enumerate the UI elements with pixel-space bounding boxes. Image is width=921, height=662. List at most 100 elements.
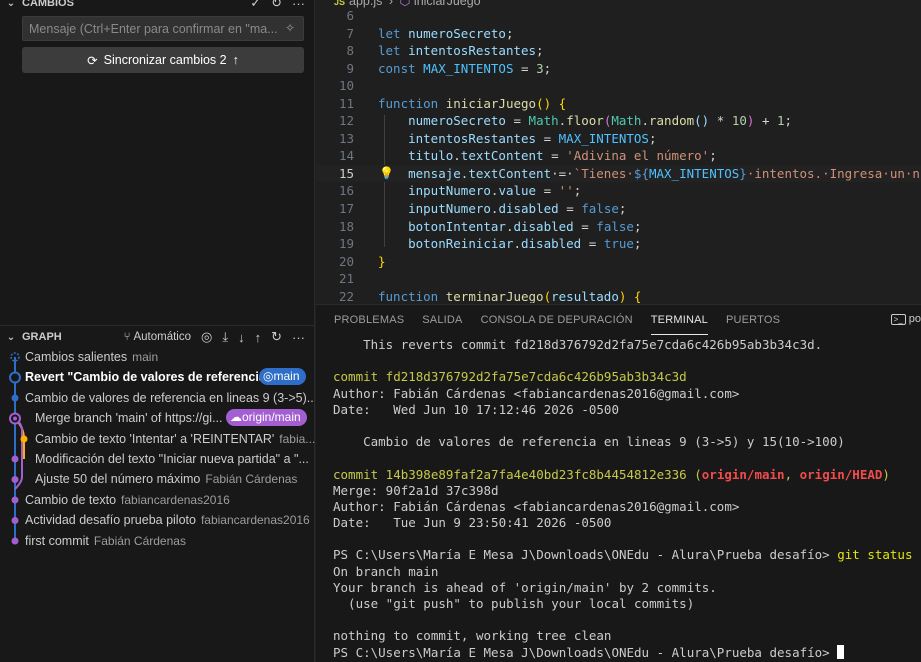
graph-row[interactable]: Modificación del texto "Iniciar nueva pa…	[0, 449, 315, 469]
commit-message: Cambio de valores de referencia en linea…	[25, 390, 315, 405]
fetch-icon[interactable]: ⤓	[222, 329, 228, 345]
code-editor[interactable]: JS app.js › ⬡ iniciarJuego 6 7 let numeroS…	[316, 0, 921, 303]
branch-badge-origin-main: ☁origin/main	[226, 409, 307, 427]
code-line: 19 botonReiniciar.disabled = true;	[316, 235, 921, 253]
bottom-panel: PROBLEMAS SALIDA CONSOLA DE DEPURACIÓN T…	[316, 304, 921, 662]
code-line: 20}	[316, 253, 921, 271]
commit-author: Fabián Cárdenas	[205, 472, 298, 487]
terminal-line: Date: Wed Jun 10 17:12:46 2026 -0500	[333, 401, 619, 417]
terminal-line: Author: Fabián Cárdenas <fabiancardenas2…	[333, 498, 740, 514]
commit-message: Cambio de texto	[25, 492, 117, 507]
branch-badge-main: ◎main	[259, 368, 306, 386]
tab-problems[interactable]: PROBLEMAS	[334, 305, 404, 335]
javascript-file-icon: JS	[334, 0, 346, 7]
graph-section-header[interactable]: ⌄ GRAPH ⑂ Automático ◎ ⤓ ↓ ↑ ↻ ···	[0, 325, 315, 348]
commit-author: fabiancardenas2016	[200, 513, 310, 528]
pull-icon[interactable]: ↓	[238, 330, 245, 345]
graph-row[interactable]: Cambio de valores de referencia en linea…	[0, 388, 315, 408]
graph-row[interactable]: Cambio de texto 'Intentar' a 'REINTENTAR…	[0, 429, 315, 449]
terminal-cursor	[837, 644, 845, 659]
refresh-icon[interactable]: ↻	[271, 329, 282, 345]
commit-message: Modificación del texto "Iniciar nueva pa…	[35, 451, 309, 466]
commit-graph-list: Cambios salientes main Revert "Cambio de …	[0, 347, 315, 551]
more-actions-icon[interactable]: ···	[292, 330, 305, 345]
line-number: 20	[338, 253, 354, 269]
sparkle-icon[interactable]: ✧	[285, 21, 295, 35]
prompt: PS C:\Users\María E Mesa J\Downloads\ONE…	[333, 644, 838, 660]
line-number: 11	[338, 95, 354, 111]
terminal-profile[interactable]: >_ po	[890, 313, 921, 325]
code-line: 18 botonIntentar.disabled = false;	[316, 218, 921, 236]
tab-output[interactable]: SALIDA	[422, 305, 462, 335]
code-line: 8 let intentosRestantes;	[316, 42, 921, 60]
code-line: 10	[316, 77, 921, 95]
line-number: 18	[338, 218, 354, 234]
line-number: 9	[346, 60, 354, 76]
prompt: PS C:\Users\María E Mesa J\Downloads\ONE…	[333, 547, 838, 563]
terminal-line: Merge: 90f2a1d 37c398d	[333, 482, 499, 498]
ref-separator: ,	[784, 466, 800, 482]
commit-author: fabiancardenas2016	[121, 492, 230, 507]
commit-message-placeholder: Mensaje (Ctrl+Enter para confirmar en "m…	[29, 22, 278, 36]
chevron-down-icon: ⌄	[6, 0, 16, 9]
changes-section-header[interactable]: ⌄ CAMBIOS ✓ ↻ ···	[0, 0, 315, 14]
line-number: 13	[338, 130, 354, 146]
line-number: 19	[338, 236, 354, 252]
graph-row[interactable]: first commit Fabián Cárdenas	[0, 531, 315, 551]
ref-paren: (	[694, 466, 702, 482]
graph-row[interactable]: Merge branch 'main' of https://gi... ☁or…	[0, 408, 315, 428]
target-icon: ◎	[263, 369, 274, 384]
code-line: 22 function terminarJuego(resultado) {	[316, 288, 921, 303]
push-icon[interactable]: ↑	[255, 330, 262, 345]
terminal-profile-label: po	[908, 313, 921, 325]
code-line: 16 inputNumero.value = '';	[316, 182, 921, 200]
commit-author: fabia...	[279, 431, 315, 446]
more-actions-icon[interactable]: ···	[292, 0, 305, 11]
commit-message: Actividad desafío prueba piloto	[25, 513, 196, 528]
arrow-up-icon: ↑	[232, 53, 239, 67]
code-line: 6	[316, 7, 921, 25]
code-line: 13 intentosRestantes = MAX_INTENTOS;	[316, 130, 921, 148]
graph-row[interactable]: Cambio de texto fabiancardenas2016	[0, 490, 315, 510]
code-lines: 6 7 let numeroSecreto; 8 let intentosResta…	[316, 7, 921, 303]
ref-name: origin/main	[701, 466, 785, 482]
graph-row[interactable]: Ajuste 50 del número máximo Fabián Cárden…	[0, 469, 315, 489]
tab-terminal[interactable]: TERMINAL	[650, 305, 708, 335]
sync-changes-label: Sincronizar cambios 2	[103, 53, 227, 67]
tab-ports[interactable]: PUERTOS	[726, 305, 780, 335]
graph-toolbar: ⑂ Automático ◎ ⤓ ↓ ↑ ↻ ···	[124, 326, 305, 348]
tab-debug-console[interactable]: CONSOLA DE DEPURACIÓN	[481, 305, 633, 335]
graph-row-outgoing[interactable]: Cambios salientes main	[0, 347, 315, 367]
commit-message: Cambios salientes	[25, 350, 128, 364]
lightbulb-icon[interactable]: 💡	[379, 165, 394, 183]
commit-message: Cambio de texto 'Intentar' a 'REINTENTAR…	[35, 431, 275, 446]
ref-paren: )	[882, 466, 890, 482]
badge-label: origin/main	[242, 410, 301, 425]
code-line: 14 titulo.textContent = 'Adivina el núme…	[316, 147, 921, 165]
terminal-line: nothing to commit, working tree clean	[333, 628, 612, 644]
line-number: 10	[338, 78, 354, 94]
terminal-line: PS C:\Users\María E Mesa J\Downloads\ONE…	[333, 644, 912, 661]
branch-icon: ⑂	[123, 331, 131, 343]
code-line: 17 inputNumero.disabled = false;	[316, 200, 921, 218]
commit-check-icon[interactable]: ✓	[250, 0, 261, 11]
refresh-icon[interactable]: ↻	[271, 0, 282, 11]
terminal-line: On branch main	[333, 563, 439, 579]
terminal-output[interactable]: This reverts commit fd218d376792d2fa75e7…	[333, 337, 912, 661]
auto-branch-selector[interactable]: ⑂ Automático	[124, 331, 191, 343]
target-icon[interactable]: ◎	[201, 329, 212, 345]
terminal-icon: >_	[890, 314, 906, 325]
commit-message-input[interactable]: Mensaje (Ctrl+Enter para confirmar en "m…	[22, 16, 304, 41]
terminal-line: This reverts commit fd218d376792d2fa75e7…	[333, 337, 823, 352]
sync-changes-button[interactable]: ⟳ Sincronizar cambios 2 ↑	[22, 47, 304, 73]
line-number: 21	[338, 271, 354, 287]
ref-name: origin/HEAD	[799, 466, 883, 482]
graph-row[interactable]: Actividad desafío prueba piloto fabiancar…	[0, 510, 315, 530]
line-number: 8	[346, 43, 354, 59]
auto-label: Automático	[133, 331, 191, 343]
graph-row-head[interactable]: Revert "Cambio de valores de referencia …	[0, 367, 315, 387]
terminal-line: PS C:\Users\María E Mesa J\Downloads\ONE…	[333, 547, 912, 563]
